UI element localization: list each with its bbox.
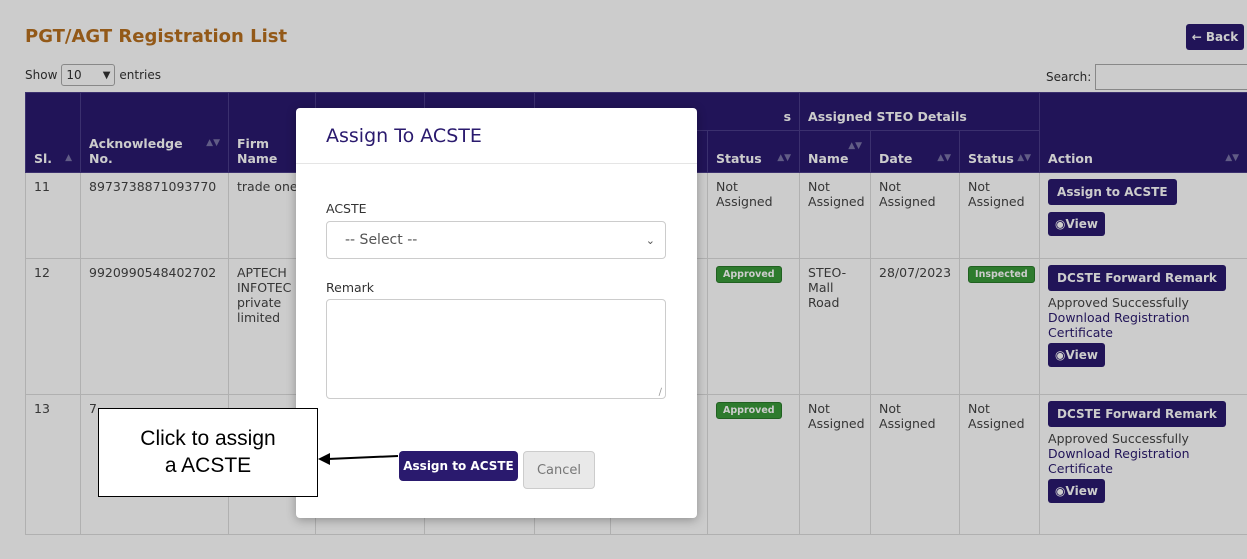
arrow-left-icon — [318, 453, 399, 465]
acste-label: ACSTE — [326, 201, 367, 216]
assign-to-acste-button[interactable]: Assign to ACSTE — [399, 451, 518, 481]
modal-title: Assign To ACSTE — [296, 108, 697, 164]
cancel-button[interactable]: Cancel — [523, 451, 595, 489]
remark-label: Remark — [326, 280, 375, 295]
acste-select-value: -- Select -- — [345, 232, 418, 248]
resize-handle-icon: ∕ — [658, 387, 662, 398]
callout-line-2: a ACSTE — [164, 453, 252, 477]
acste-select[interactable]: -- Select -- ⌄ — [326, 221, 666, 259]
callout-line-1: Click to assign — [140, 427, 276, 451]
chevron-down-icon: ⌄ — [645, 233, 655, 247]
remark-textarea[interactable]: ∕ — [326, 299, 666, 399]
page: PGT/AGT Registration List ← Back Show 10… — [0, 0, 1247, 559]
instruction-callout: Click to assign a ACSTE — [98, 408, 318, 497]
